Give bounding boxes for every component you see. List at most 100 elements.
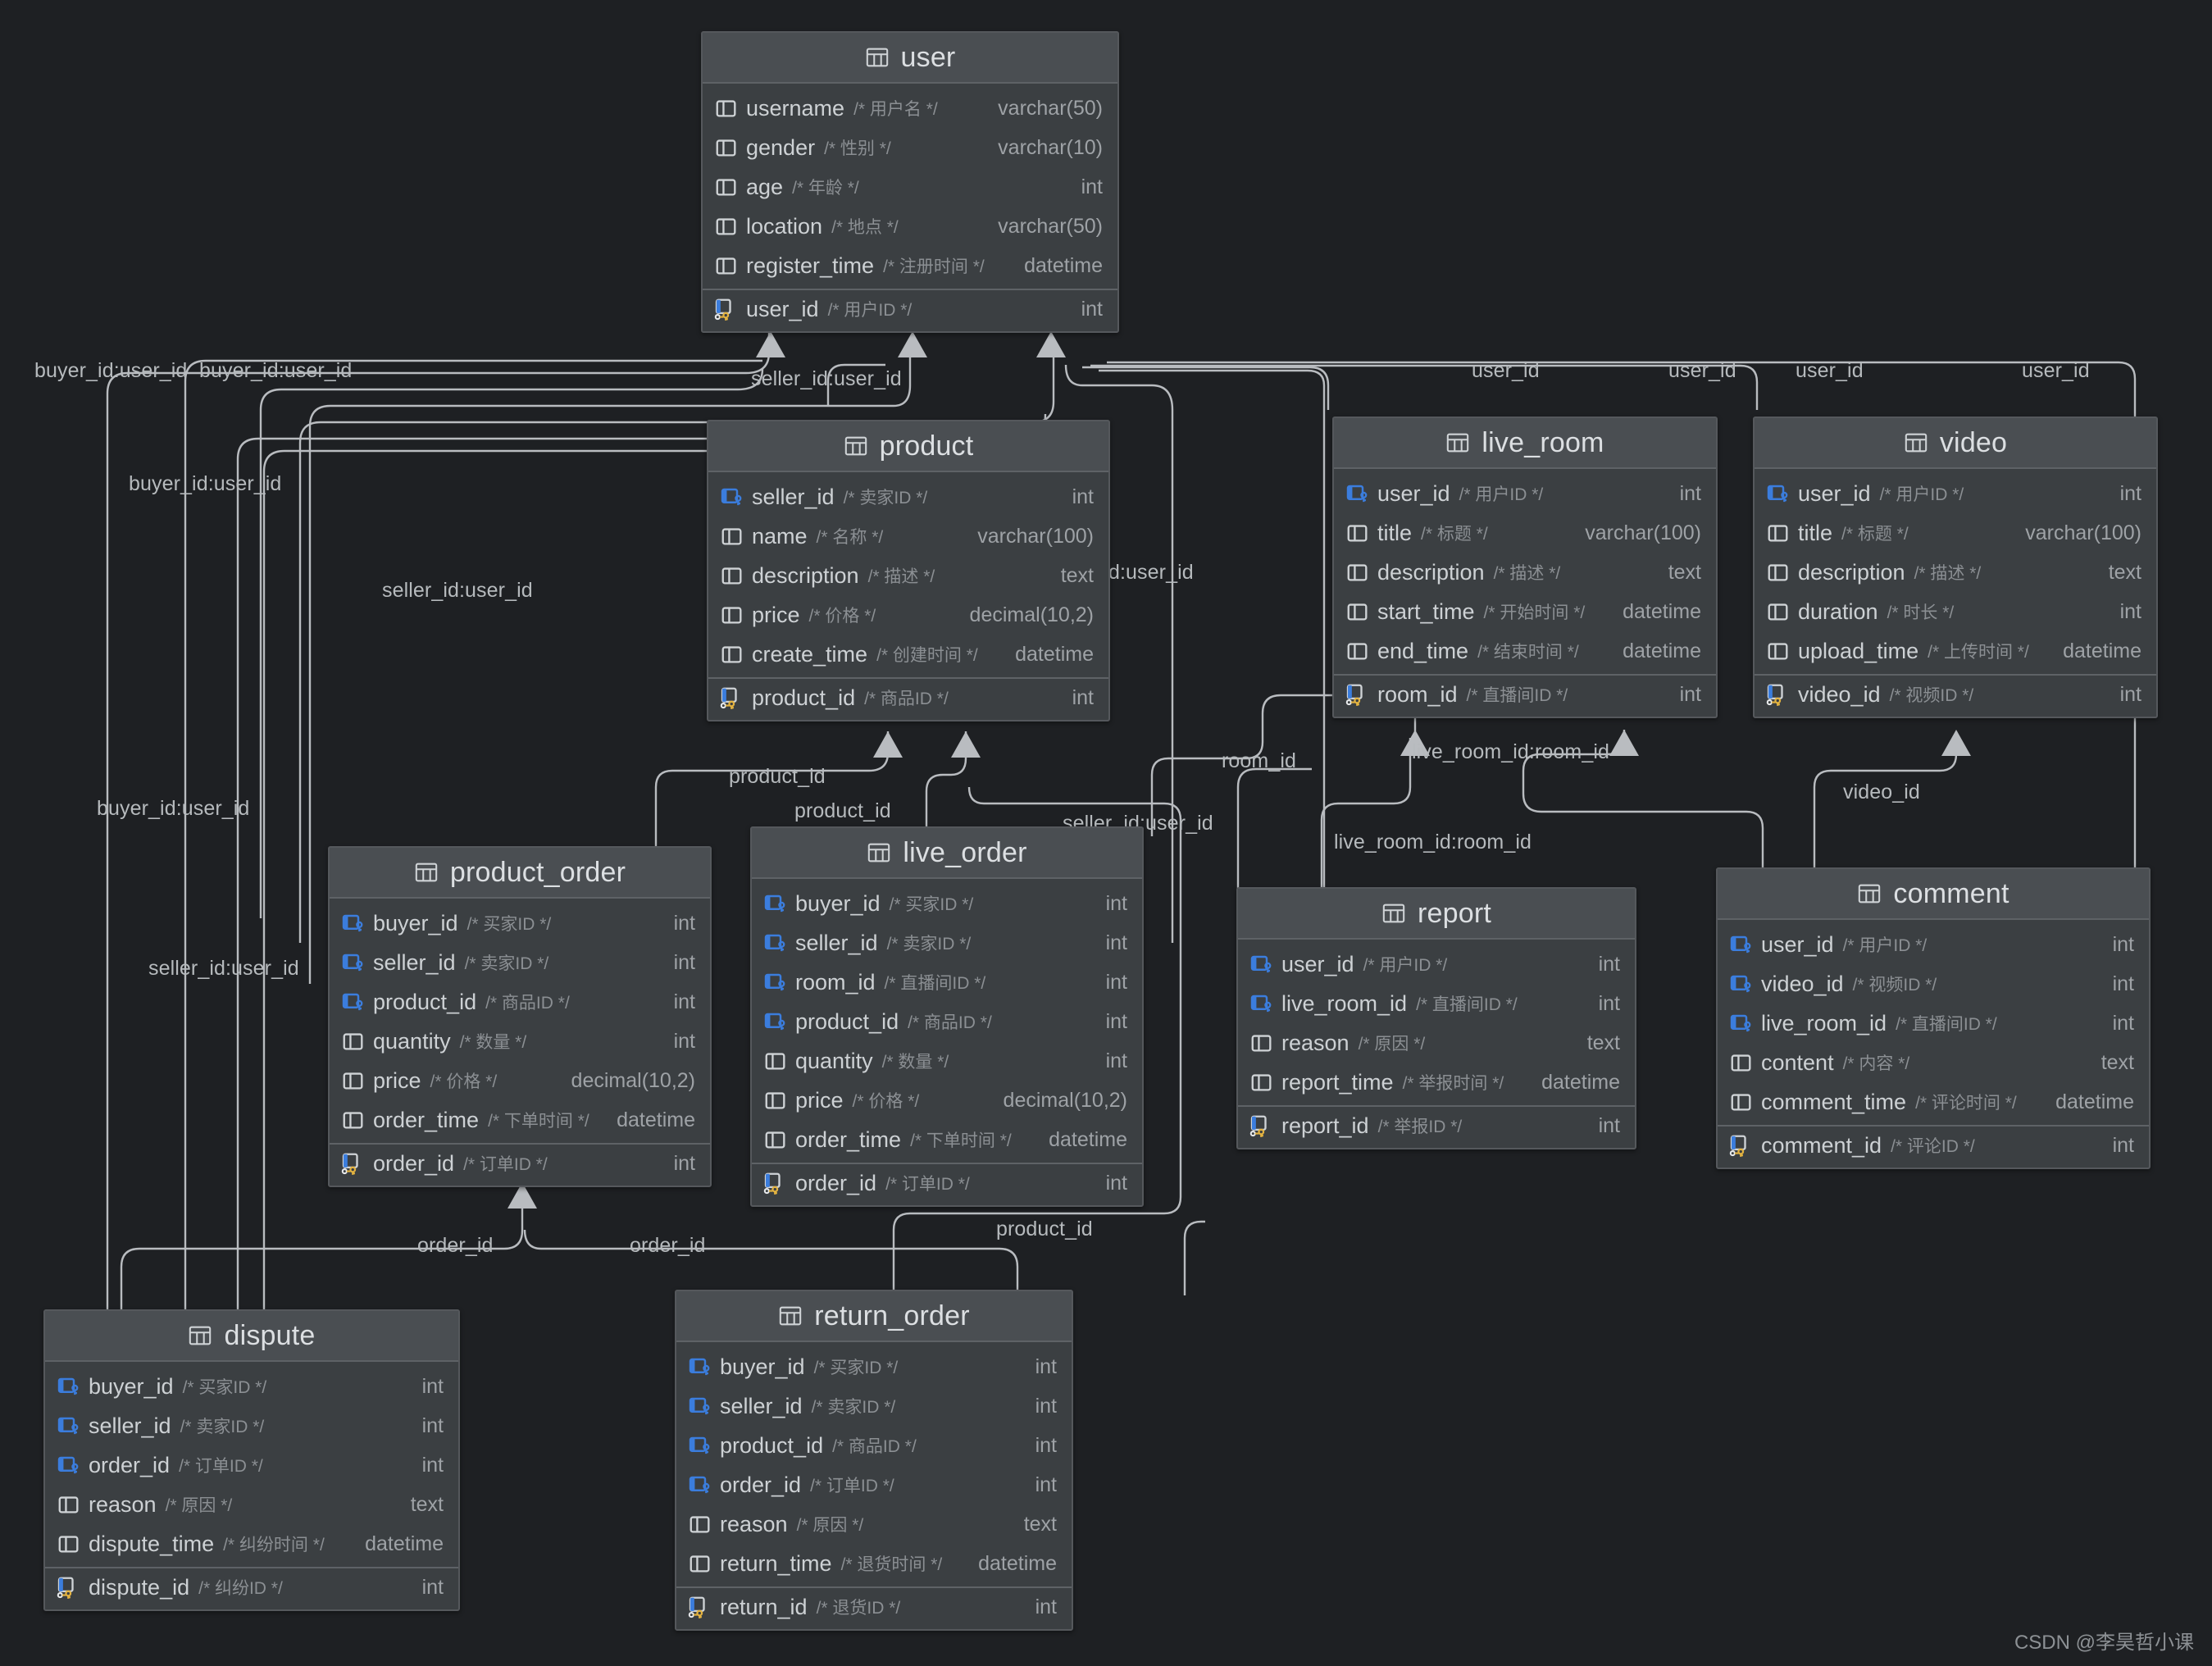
column-row[interactable]: order_id /* 订单ID */ int (752, 1163, 1142, 1202)
column-name: seller_id (752, 484, 835, 509)
column-row[interactable]: upload_time /* 上传时间 */ datetime (1755, 631, 2156, 671)
table-node-comment[interactable]: comment user_id /* 用户ID */ int video_id /* 视频… (1716, 867, 2151, 1169)
column-row[interactable]: comment_time /* 评论时间 */ datetime (1718, 1082, 2149, 1122)
column-row[interactable]: name /* 名称 */ varchar(100) (708, 517, 1108, 556)
column-row[interactable]: create_time /* 创建时间 */ datetime (708, 635, 1108, 674)
table-node-product[interactable]: product seller_id /* 卖家ID */ int name /* 名称 *… (707, 420, 1110, 721)
column-row[interactable]: age /* 年龄 */ int (703, 167, 1117, 207)
column-row[interactable]: order_time /* 下单时间 */ datetime (330, 1100, 710, 1140)
table-node-user[interactable]: user username /* 用户名 */ varchar(50) gender /*… (701, 31, 1119, 333)
foreign-key-icon (689, 1476, 710, 1494)
column-row[interactable]: product_id /* 商品ID */ int (752, 1002, 1142, 1041)
column-row[interactable]: description /* 描述 */ text (1334, 553, 1716, 592)
table-header[interactable]: product_order (330, 848, 710, 899)
column-row[interactable]: product_id /* 商品ID */ int (676, 1426, 1072, 1465)
column-row[interactable]: video_id /* 视频ID */ int (1718, 964, 2149, 1004)
table-header[interactable]: product (708, 421, 1108, 472)
column-type: int (2112, 932, 2134, 956)
column-row[interactable]: video_id /* 视频ID */ int (1755, 674, 2156, 713)
column-row[interactable]: description /* 描述 */ text (708, 556, 1108, 595)
column-row[interactable]: user_id /* 用户ID */ int (1238, 945, 1635, 984)
table-header[interactable]: comment (1718, 869, 2149, 920)
column-icon (1347, 603, 1368, 621)
table-header[interactable]: dispute (45, 1311, 458, 1362)
table-header[interactable]: report (1238, 889, 1635, 940)
column-row[interactable]: seller_id /* 卖家ID */ int (752, 923, 1142, 963)
table-header[interactable]: live_room (1334, 418, 1716, 469)
table-node-product_order[interactable]: product_order buyer_id/* 买家ID */int seller… (328, 846, 712, 1187)
column-row[interactable]: buyer_id /* 买家ID */ int (330, 904, 710, 943)
column-type: int (2119, 682, 2141, 706)
column-type: int (673, 950, 695, 974)
table-node-return_order[interactable]: return_order buyer_id/* 买家ID */int seller_… (675, 1290, 1073, 1631)
column-name: product_id (373, 989, 477, 1014)
column-row[interactable]: price /* 价格 */ decimal(10,2) (752, 1081, 1142, 1120)
column-row[interactable]: comment_id /* 评论ID */ int (1718, 1125, 2149, 1164)
table-header[interactable]: video (1755, 418, 2156, 469)
column-row[interactable]: dispute_time /* 纠纷时间 */ datetime (45, 1524, 458, 1564)
table-node-live_order[interactable]: live_order buyer_id/* 买家ID */int seller_id… (750, 826, 1144, 1207)
column-row[interactable]: register_time /* 注册时间 */ datetime (703, 246, 1117, 285)
column-row[interactable]: location /* 地点 */ varchar(50) (703, 207, 1117, 246)
column-type: int (673, 1029, 695, 1053)
column-row[interactable]: user_id /* 用户ID */ int (703, 289, 1117, 328)
column-row[interactable]: gender /* 性别 */ varchar(10) (703, 128, 1117, 167)
column-row[interactable]: title /* 标题 */ varchar(100) (1334, 513, 1716, 553)
column-row[interactable]: description /* 描述 */ text (1755, 553, 2156, 592)
column-row[interactable]: buyer_id /* 买家ID */ int (752, 884, 1142, 923)
column-row[interactable]: live_room_id /* 直播间ID */ int (1238, 984, 1635, 1023)
column-row[interactable]: user_id /* 用户ID */ int (1334, 474, 1716, 513)
column-row[interactable]: product_id /* 商品ID */ int (708, 677, 1108, 717)
column-row[interactable]: order_id /* 订单ID */ int (330, 1143, 710, 1182)
column-row[interactable]: reason /* 原因 */ text (1238, 1023, 1635, 1063)
column-row[interactable]: quantity /* 数量 */ int (752, 1041, 1142, 1081)
column-row[interactable]: report_id /* 举报ID */ int (1238, 1105, 1635, 1145)
column-row[interactable]: buyer_id /* 买家ID */ int (676, 1347, 1072, 1386)
column-icon (721, 607, 742, 624)
column-row[interactable]: room_id /* 直播间ID */ int (1334, 674, 1716, 713)
column-row[interactable]: report_time /* 举报时间 */ datetime (1238, 1063, 1635, 1102)
table-node-report[interactable]: report user_id /* 用户ID */ int live_room_id /*… (1236, 887, 1636, 1149)
table-header[interactable]: user (703, 33, 1117, 84)
table-node-video[interactable]: video user_id /* 用户ID */ int title /* 标题 */ va… (1753, 416, 2158, 718)
column-row[interactable]: return_id /* 退货ID */ int (676, 1586, 1072, 1626)
table-node-dispute[interactable]: dispute buyer_id /* 买家ID */ int seller_id /* … (43, 1309, 460, 1611)
column-row[interactable]: quantity /* 数量 */ int (330, 1022, 710, 1061)
column-row[interactable]: seller_id /* 卖家ID */ int (676, 1386, 1072, 1426)
column-row[interactable]: start_time /* 开始时间 */ datetime (1334, 592, 1716, 631)
column-row[interactable]: room_id /* 直播间ID */ int (752, 963, 1142, 1002)
column-row[interactable]: price /* 价格 */ decimal(10,2) (708, 595, 1108, 635)
column-row[interactable]: seller_id /* 卖家ID */ int (708, 477, 1108, 517)
column-row[interactable]: seller_id /* 卖家ID */ int (45, 1406, 458, 1445)
column-row[interactable]: price /* 价格 */ decimal(10,2) (330, 1061, 710, 1100)
column-row[interactable]: live_room_id /* 直播间ID */ int (1718, 1004, 2149, 1043)
column-row[interactable]: buyer_id /* 买家ID */ int (45, 1367, 458, 1406)
column-row[interactable]: product_id /* 商品ID */ int (330, 982, 710, 1022)
column-type: text (1060, 563, 1094, 587)
column-type: datetime (1623, 639, 1701, 662)
edge-label: user_id (1668, 359, 1736, 382)
column-row[interactable]: dispute_id /* 纠纷ID */ int (45, 1567, 458, 1606)
column-row[interactable]: username /* 用户名 */ varchar(50) (703, 89, 1117, 128)
table-node-live_room[interactable]: live_room user_id /* 用户ID */ int title /* 标题 … (1332, 416, 1718, 718)
column-row[interactable]: user_id /* 用户ID */ int (1718, 925, 2149, 964)
table-header[interactable]: return_order (676, 1291, 1072, 1342)
column-name: seller_id (795, 930, 878, 955)
column-row[interactable]: seller_id /* 卖家ID */ int (330, 943, 710, 982)
column-row[interactable]: content /* 内容 */ text (1718, 1043, 2149, 1082)
column-type: int (1679, 682, 1701, 706)
column-row[interactable]: reason /* 原因 */ text (45, 1485, 458, 1524)
column-row[interactable]: reason /* 原因 */ text (676, 1504, 1072, 1544)
column-row[interactable]: duration /* 时长 */ int (1755, 592, 2156, 631)
arrow-head (756, 331, 785, 357)
table-header[interactable]: live_order (752, 828, 1142, 879)
column-row[interactable]: order_id /* 订单ID */ int (676, 1465, 1072, 1504)
column-type: int (421, 1413, 444, 1437)
column-row[interactable]: title /* 标题 */ varchar(100) (1755, 513, 2156, 553)
column-name: end_time (1377, 638, 1469, 663)
column-row[interactable]: order_id /* 订单ID */ int (45, 1445, 458, 1485)
column-row[interactable]: end_time /* 结束时间 */ datetime (1334, 631, 1716, 671)
column-row[interactable]: return_time /* 退货时间 */ datetime (676, 1544, 1072, 1583)
column-row[interactable]: order_time /* 下单时间 */ datetime (752, 1120, 1142, 1159)
column-row[interactable]: user_id /* 用户ID */ int (1755, 474, 2156, 513)
